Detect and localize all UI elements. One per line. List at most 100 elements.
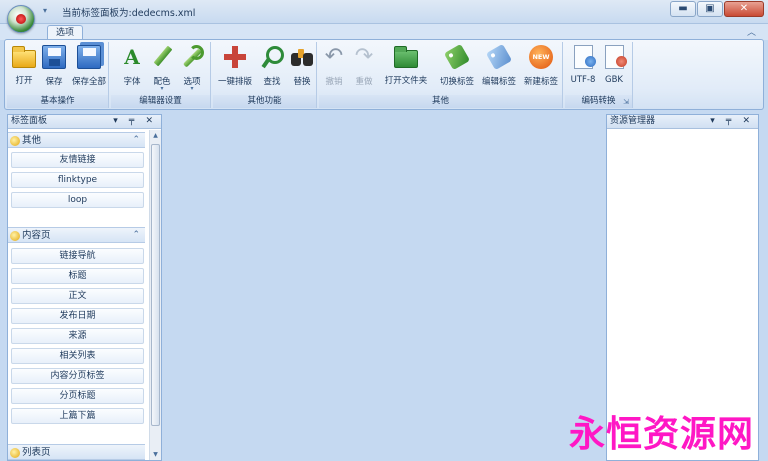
list-item[interactable]: 正文 xyxy=(11,288,144,304)
redo-icon: ↷ xyxy=(354,44,374,69)
group-other: ↶ 撤销 ↷ 重做 打开文件夹 切换标签 编辑标签 NEW 新建标签 其他 xyxy=(319,42,563,108)
save-disk-icon xyxy=(42,45,66,69)
application-menu-button[interactable] xyxy=(7,5,35,33)
list-item[interactable]: 分页标题 xyxy=(11,388,144,404)
gbk-button[interactable]: GBK xyxy=(600,45,628,92)
ribbon-tab-row: 选项 ︿ xyxy=(0,24,768,41)
group-label-basic: 基本操作 xyxy=(7,95,108,108)
tag-panel-window-tools[interactable]: ▾ ╤ ✕ xyxy=(113,115,157,128)
green-tag-icon xyxy=(443,43,471,71)
group-label-encoding: 编码转换 xyxy=(565,95,632,108)
switch-tag-label: 切换标签 xyxy=(439,77,474,87)
switch-tag-button[interactable]: 切换标签 xyxy=(437,43,477,92)
group-basic-operations: 打开 保存 保存全部 基本操作 xyxy=(7,42,109,108)
group-other-functions: 一键排版 查找 替换 其他功能 xyxy=(213,42,317,108)
color-scheme-button[interactable]: 配色 ▾ xyxy=(149,45,175,92)
tag-panel-scrollbar[interactable]: ▲ ▼ xyxy=(149,130,161,460)
open-folder-icon xyxy=(12,46,36,68)
list-item[interactable]: 内容分页标签 xyxy=(11,368,144,384)
utf8-button[interactable]: UTF-8 xyxy=(568,45,598,92)
minimize-button[interactable]: ▬ xyxy=(670,1,696,17)
section-content-page-header[interactable]: 内容页 ⌃ xyxy=(8,227,145,243)
replace-label: 替换 xyxy=(293,77,311,87)
collapse-icon[interactable]: ⌃ xyxy=(132,133,140,148)
save-all-button[interactable]: 保存全部 xyxy=(71,45,107,92)
ribbon: 打开 保存 保存全部 基本操作 A 字体 配色 ▾ 选项 ▾ 编辑器设置 一键排… xyxy=(4,39,764,110)
maximize-button[interactable]: ▣ xyxy=(697,1,723,17)
collapse-icon[interactable]: ⌃ xyxy=(132,228,140,243)
quick-access-dropdown-icon[interactable]: ▾ xyxy=(43,6,47,15)
save-all-disks-icon xyxy=(77,45,101,69)
group-label-other: 其他 xyxy=(319,95,562,108)
save-button[interactable]: 保存 xyxy=(41,45,67,92)
new-tag-label: 新建标签 xyxy=(523,77,558,87)
close-button[interactable]: ✕ xyxy=(724,1,764,17)
utf8-document-icon xyxy=(573,45,596,69)
tag-panel-title: 标签面板 xyxy=(11,116,48,126)
edit-tag-label: 编辑标签 xyxy=(481,77,516,87)
undo-button[interactable]: ↶ 撤销 xyxy=(321,45,347,92)
wrench-icon xyxy=(180,45,204,69)
edit-tag-button[interactable]: 编辑标签 xyxy=(479,43,519,92)
window-controls: ▬ ▣ ✕ xyxy=(670,1,764,17)
undo-icon: ↶ xyxy=(324,44,344,69)
list-item[interactable]: 相关列表 xyxy=(11,348,144,364)
pencil-icon xyxy=(150,45,174,69)
options-button[interactable]: 选项 ▾ xyxy=(179,45,205,92)
section-list-page-title: 列表页 xyxy=(22,447,51,458)
list-item[interactable]: loop xyxy=(11,192,144,208)
find-button[interactable]: 查找 xyxy=(259,45,285,92)
section-content-page-title: 内容页 xyxy=(22,230,51,241)
puzzle-icon xyxy=(10,136,20,146)
dialog-launcher-icon[interactable]: ⇲ xyxy=(623,98,629,106)
font-label: 字体 xyxy=(123,77,141,87)
redo-button[interactable]: ↷ 重做 xyxy=(351,45,377,92)
scrollbar-thumb[interactable] xyxy=(151,144,160,426)
resource-explorer-window-tools[interactable]: ▾ ╤ ✕ xyxy=(710,115,754,128)
font-letter-a-icon: A xyxy=(124,45,140,69)
open-button[interactable]: 打开 xyxy=(11,45,37,92)
list-item[interactable]: flinktype xyxy=(11,172,144,188)
editor-area[interactable] xyxy=(162,112,604,461)
font-button[interactable]: A 字体 xyxy=(119,45,145,92)
binoculars-icon xyxy=(290,45,314,69)
scroll-up-icon[interactable]: ▲ xyxy=(150,132,161,139)
find-label: 查找 xyxy=(263,77,281,87)
tag-panel: 标签面板 ▾ ╤ ✕ 其他 ⌃ 友情链接 flinktype loop 内容页 … xyxy=(7,114,162,461)
auto-format-label: 一键排版 xyxy=(217,77,252,87)
tag-panel-header: 标签面板 ▾ ╤ ✕ xyxy=(8,115,161,129)
blue-tag-icon xyxy=(485,43,513,71)
section-other-header[interactable]: 其他 ⌃ xyxy=(8,132,145,148)
list-item[interactable]: 发布日期 xyxy=(11,308,144,324)
utf8-label: UTF-8 xyxy=(570,75,596,85)
list-item[interactable]: 来源 xyxy=(11,328,144,344)
resource-explorer-header: 资源管理器 ▾ ╤ ✕ xyxy=(607,115,758,129)
magnifier-icon xyxy=(260,45,284,69)
gbk-document-icon xyxy=(604,45,627,69)
list-item[interactable]: 链接导航 xyxy=(11,248,144,264)
open-folder-label: 打开文件夹 xyxy=(384,76,428,86)
new-tag-button[interactable]: NEW 新建标签 xyxy=(521,45,561,92)
group-label-functions: 其他功能 xyxy=(213,95,316,108)
section-other-title: 其他 xyxy=(22,135,42,146)
group-label-editor: 编辑器设置 xyxy=(111,95,210,108)
green-folder-icon xyxy=(394,46,418,68)
move-arrows-icon xyxy=(223,45,247,69)
open-folder-button[interactable]: 打开文件夹 xyxy=(381,45,431,92)
puzzle-icon xyxy=(10,448,20,458)
window-title: 当前标签面板为:dedecms.xml xyxy=(62,8,196,19)
ribbon-collapse-icon[interactable]: ︿ xyxy=(747,25,756,38)
list-item[interactable]: 标题 xyxy=(11,268,144,284)
new-badge-icon: NEW xyxy=(529,45,553,69)
list-item[interactable]: 上篇下篇 xyxy=(11,408,144,424)
open-label: 打开 xyxy=(15,76,33,86)
auto-format-button[interactable]: 一键排版 xyxy=(215,45,255,92)
scroll-down-icon[interactable]: ▼ xyxy=(150,451,161,458)
save-all-label: 保存全部 xyxy=(71,77,106,87)
group-encoding: UTF-8 GBK 编码转换 ⇲ xyxy=(565,42,633,108)
section-list-page-header[interactable]: 列表页 xyxy=(8,444,145,460)
watermark: 永恒资源网 xyxy=(568,413,754,455)
title-bar: ▾ 当前标签面板为:dedecms.xml ▬ ▣ ✕ xyxy=(0,0,768,33)
list-item[interactable]: 友情链接 xyxy=(11,152,144,168)
replace-button[interactable]: 替换 xyxy=(289,45,315,92)
